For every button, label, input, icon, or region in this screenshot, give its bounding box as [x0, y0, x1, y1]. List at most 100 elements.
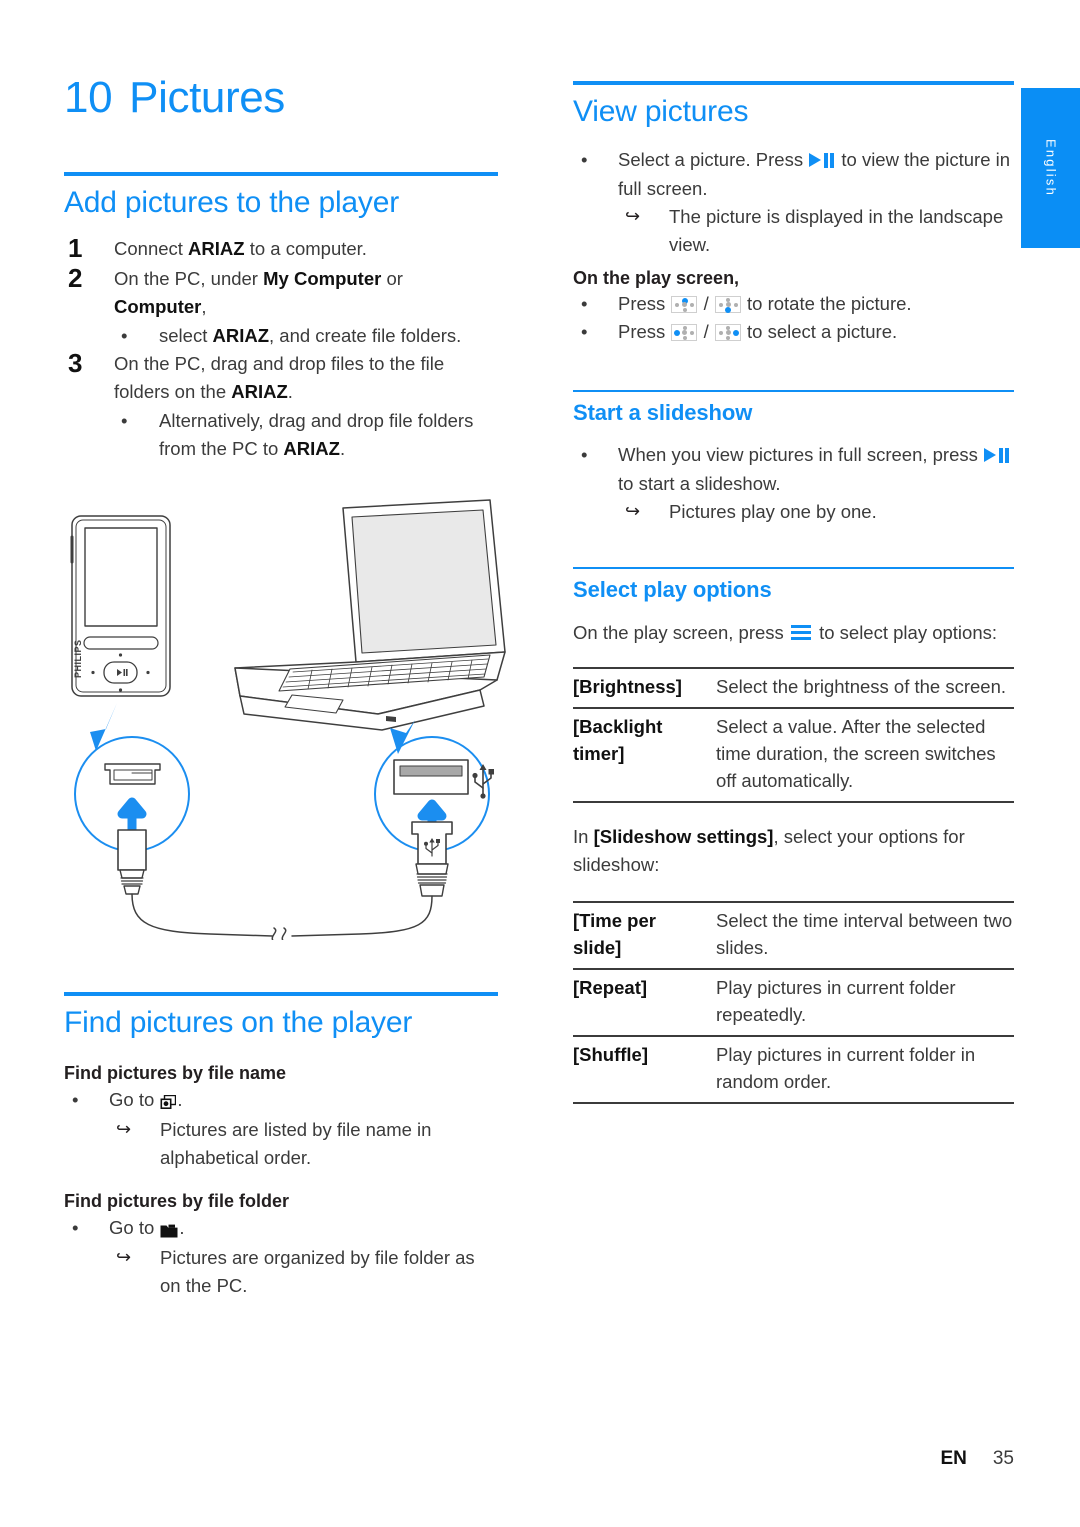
play-options-intro-b: to select play options:	[813, 622, 998, 644]
step-3: 3 On the PC, drag and drop files to the …	[64, 347, 498, 406]
bullet-dot: •	[121, 410, 128, 432]
usb-port-detail	[393, 759, 469, 795]
option-key: [Repeat]	[573, 976, 648, 998]
group-title-file-name: Find pictures by file name	[64, 1063, 287, 1084]
section-heading-add-pictures: Add pictures to the player	[64, 186, 399, 219]
section-heading-view-pictures: View pictures	[573, 95, 749, 128]
play-options-table: [Brightness] Select the brightness of th…	[573, 666, 1014, 803]
page-footer: EN 35	[0, 1448, 1080, 1470]
section-view-pictures: View pictures • Select a picture. Press …	[573, 81, 1014, 346]
usb-a-plug	[411, 821, 453, 897]
play-options-intro: On the play screen, press to select play…	[573, 619, 1014, 647]
arrow-icon: ↪	[625, 205, 641, 226]
option-key: [Brightness]	[573, 675, 682, 697]
bullet-dot: •	[581, 444, 588, 466]
section-select-play-options: Select play options On the play screen, …	[573, 567, 1014, 1104]
select-text-a: Press	[618, 321, 671, 343]
bullet-dot: •	[121, 324, 128, 346]
laptop	[234, 499, 506, 731]
mini-usb-port-detail	[104, 763, 161, 785]
start-slideshow-text-a: When you view pictures in full screen, p…	[618, 444, 984, 466]
mini-usb-plug	[117, 829, 147, 895]
arrow-icon: ↪	[625, 500, 641, 521]
find-by-file-folder-group: Find pictures by file folder • Go to . ↪…	[64, 1190, 498, 1300]
section-add-pictures: Add pictures to the player 1 Connect ARI…	[64, 172, 498, 463]
step-number: 2	[68, 262, 83, 293]
step-2-bullet-text: select ARIAZ, and create file folders.	[159, 324, 462, 346]
step-text: On the PC, drag and drop files to the fi…	[114, 352, 445, 402]
landscape-result-text: The picture is displayed in the landscap…	[669, 205, 1004, 255]
play-screen-label: On the play screen,	[573, 267, 740, 288]
bullet-dot: •	[72, 1088, 79, 1110]
step-text: Connect ARIAZ to a computer.	[114, 238, 367, 260]
nav-left-icon	[671, 324, 698, 342]
section-heading-find-pictures: Find pictures on the player	[64, 1006, 413, 1039]
find-by-file-folder-result: ↪ Pictures are organized by file folder …	[64, 1244, 498, 1300]
bullet-dot: •	[581, 321, 588, 343]
svg-text:PHILIPS: PHILIPS	[73, 639, 83, 678]
subsection-rule	[573, 390, 1014, 392]
play-pause-icon	[809, 152, 835, 169]
footer-language-code: EN	[940, 1448, 967, 1469]
slideshow-options-table: [Time per slide] Select the time interva…	[573, 900, 1014, 1104]
rotate-text-b: to rotate the picture.	[741, 293, 912, 315]
footer-page-number: 35	[992, 1448, 1014, 1469]
select-picture-text-a: Select a picture. Press	[618, 149, 809, 171]
select-picture-item: • Select a picture. Press to view the pi…	[573, 146, 1014, 202]
add-pictures-steps: 1 Connect ARIAZ to a computer. 2 On the …	[64, 233, 498, 463]
step-2-bullet: • select ARIAZ, and create file folders.	[64, 322, 498, 350]
landscape-result: ↪ The picture is displayed in the landsc…	[573, 203, 1014, 259]
table-row: [Shuffle] Play pictures in current folde…	[573, 1036, 1014, 1103]
start-slideshow-text-b: to start a slideshow.	[618, 472, 781, 494]
goto-label: Go to	[109, 1216, 160, 1238]
step-1: 1 Connect ARIAZ to a computer.	[64, 233, 498, 263]
option-desc: Play pictures in current folder in rando…	[716, 1043, 976, 1092]
usb-connection-illustration: PHILIPS	[60, 492, 520, 943]
step-number: 3	[68, 347, 83, 378]
section-rule	[64, 992, 498, 996]
find-by-file-folder-list: • Go to . ↪ Pictures are organized by fi…	[64, 1214, 498, 1300]
play-options-intro-a: On the play screen, press	[573, 622, 789, 644]
result-text: Pictures are organized by file folder as…	[160, 1246, 475, 1296]
option-desc: Select a value. After the selected time …	[716, 715, 996, 791]
nav-right-icon	[714, 324, 741, 342]
rotate-sep: /	[698, 293, 714, 315]
bullet-dot: •	[72, 1216, 79, 1238]
goto-suffix: .	[179, 1216, 185, 1238]
table-row: [Repeat] Play pictures in current folder…	[573, 969, 1014, 1036]
slideshow-settings-intro: In [Slideshow settings], select your opt…	[573, 823, 1014, 879]
slideshow-list: • When you view pictures in full screen,…	[573, 441, 1014, 525]
folder-icon	[159, 1216, 179, 1244]
group-title-file-folder: Find pictures by file folder	[64, 1191, 290, 1212]
chapter-number: 10	[64, 73, 113, 122]
chapter-title-text: Pictures	[129, 73, 285, 122]
start-slideshow-item: • When you view pictures in full screen,…	[573, 441, 1014, 497]
option-key: [Backlight timer]	[573, 715, 663, 764]
arrow-icon: ↪	[116, 1246, 132, 1267]
subsection-rule	[573, 567, 1014, 569]
goto-label: Go to	[109, 1088, 160, 1110]
select-text-b: to select a picture.	[741, 321, 898, 343]
arrow-icon: ↪	[116, 1118, 132, 1139]
step-2: 2 On the PC, under My Computer or Comput…	[64, 262, 498, 321]
picture-library-icon	[159, 1088, 177, 1116]
table-row: [Backlight timer] Select a value. After …	[573, 708, 1014, 802]
find-by-file-name-result: ↪ Pictures are listed by file name in al…	[64, 1116, 498, 1172]
goto-picture-library-item: • Go to .	[64, 1086, 498, 1116]
find-by-file-name-list: • Go to . ↪ Pictures are listed by file …	[64, 1086, 498, 1172]
option-key: [Shuffle]	[573, 1043, 649, 1065]
manual-page: English 10 Pictures Add pictures to the p…	[0, 0, 1080, 1527]
subsection-heading-slideshow: Start a slideshow	[573, 400, 753, 425]
nav-up-icon	[671, 296, 698, 314]
slideshow-settings-label: [Slideshow settings]	[593, 825, 774, 847]
rotate-text-a: Press	[618, 293, 671, 315]
find-by-file-name-group: Find pictures by file name • Go to . ↪ P…	[64, 1062, 498, 1172]
slideshow-intro-a: In	[573, 825, 594, 847]
goto-suffix: .	[177, 1088, 183, 1110]
table-row: [Brightness] Select the brightness of th…	[573, 668, 1014, 708]
chapter-title: 10 Pictures	[64, 73, 285, 122]
mp3-player: PHILIPS	[70, 515, 171, 697]
language-tab: English	[1021, 88, 1080, 248]
step-3-bullet-text: Alternatively, drag and drop file folder…	[159, 410, 474, 460]
section-rule	[573, 81, 1014, 85]
